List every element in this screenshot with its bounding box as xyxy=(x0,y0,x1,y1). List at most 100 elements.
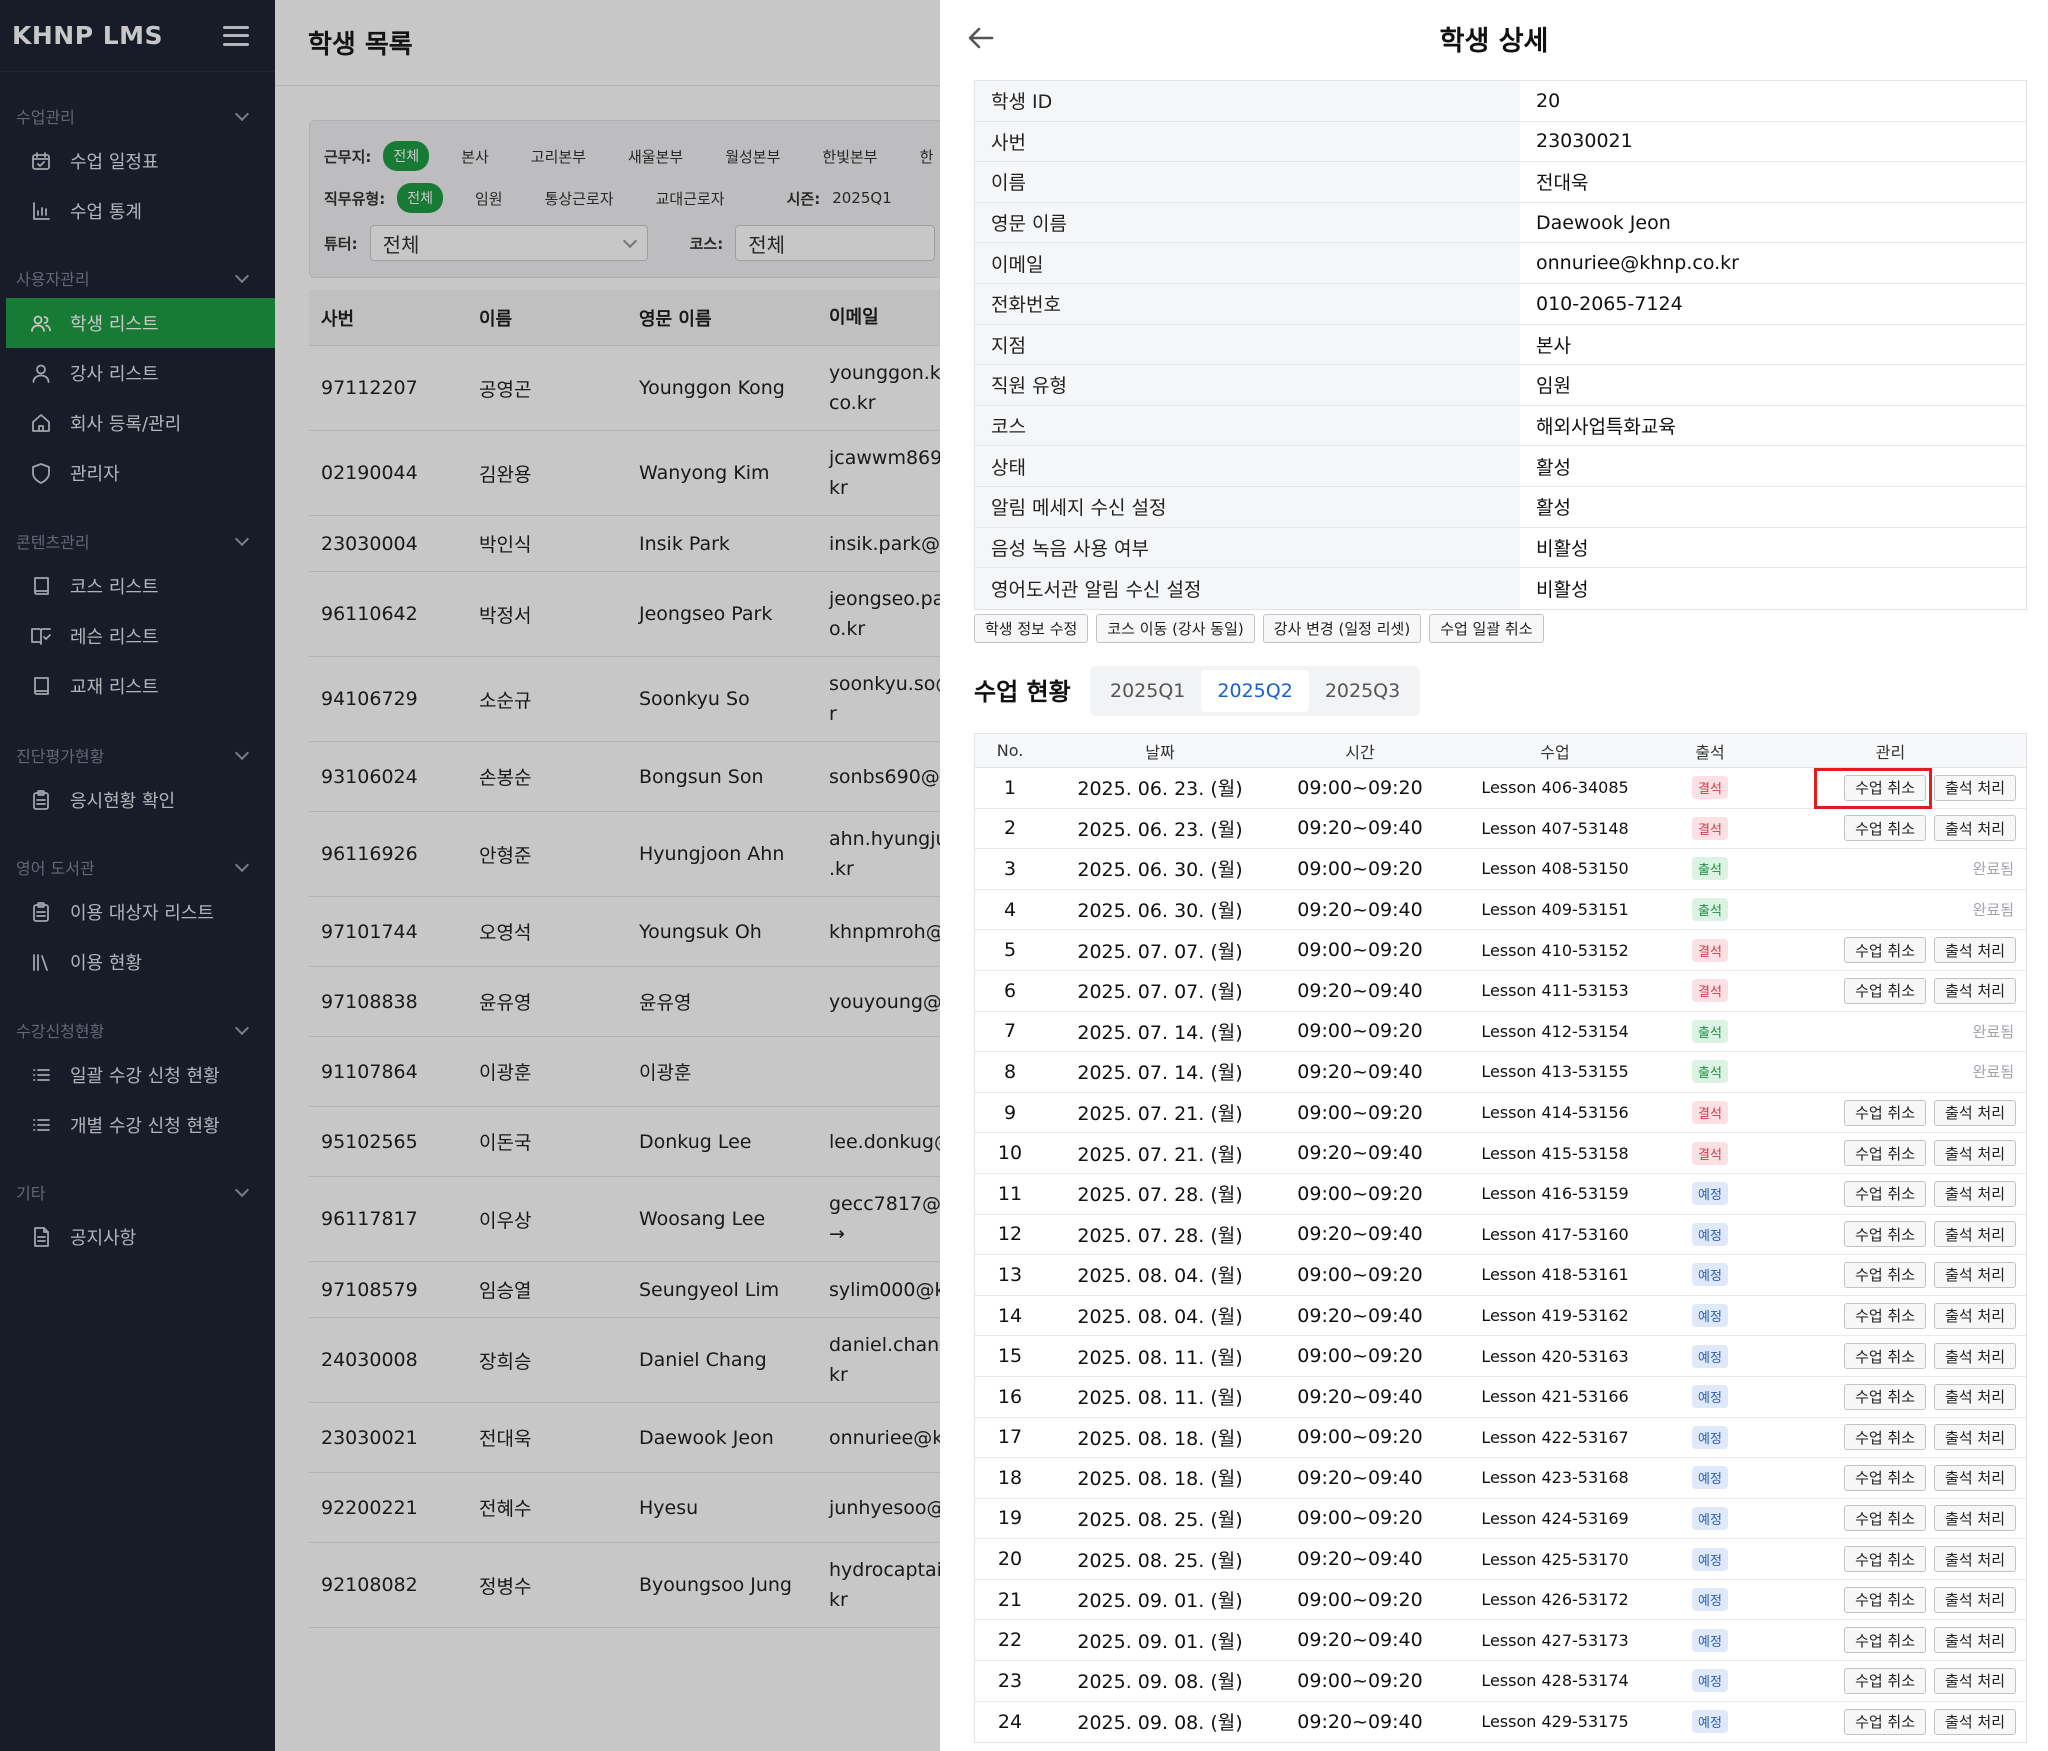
cancel-lesson-button[interactable]: 수업 취소 xyxy=(1844,1383,1927,1410)
cancel-lesson-button[interactable]: 수업 취소 xyxy=(1844,1586,1927,1613)
cancel-lesson-button[interactable]: 수업 취소 xyxy=(1844,1546,1927,1573)
cancel-lesson-button[interactable]: 수업 취소 xyxy=(1844,1464,1927,1491)
mark-attendance-button[interactable]: 출석 처리 xyxy=(1934,1383,2016,1410)
mark-attendance-button[interactable]: 출석 처리 xyxy=(1934,1180,2016,1207)
mark-attendance-button[interactable]: 출석 처리 xyxy=(1934,1261,2016,1288)
cancel-lesson-button[interactable]: 수업 취소 xyxy=(1844,1099,1927,1126)
table-row[interactable]: 92200221 전혜수 Hyesu junhyesoo@ xyxy=(309,1473,940,1543)
sidebar-item[interactable]: 수업 일정표 xyxy=(0,136,275,186)
mark-attendance-button[interactable]: 출석 처리 xyxy=(1934,1586,2016,1613)
table-row[interactable]: 97112207 공영곤 Younggon Kong younggon.kc co.k… xyxy=(309,346,940,431)
table-row[interactable]: 93106024 손봉순 Bongsun Son sonbs690@ xyxy=(309,742,940,812)
mark-attendance-button[interactable]: 출석 처리 xyxy=(1934,1667,2016,1694)
table-row[interactable]: 95102565 이돈국 Donkug Lee lee.donkug@ xyxy=(309,1107,940,1177)
edit-student-button[interactable]: 학생 정보 수정 xyxy=(974,614,1089,643)
mark-attendance-button[interactable]: 출석 처리 xyxy=(1934,1343,2016,1370)
jobtype-option[interactable]: 교대근로자 xyxy=(656,188,725,209)
season-filter-value[interactable]: 2025Q1 xyxy=(832,189,892,207)
sidebar-section-header[interactable]: 콘텐츠관리 xyxy=(0,521,275,561)
sidebar-item[interactable]: 레슨 리스트 xyxy=(0,611,275,661)
sidebar-item[interactable]: 응시현황 확인 xyxy=(0,775,275,825)
cancel-lesson-button[interactable]: 수업 취소 xyxy=(1844,1343,1927,1370)
tab-quarter[interactable]: 2025Q2 xyxy=(1201,670,1309,712)
jobtype-option[interactable]: 임원 xyxy=(475,188,503,209)
mark-attendance-button[interactable]: 출석 처리 xyxy=(1934,1099,2016,1126)
table-row[interactable]: 97101744 오영석 Youngsuk Oh khnpmroh@ xyxy=(309,897,940,967)
jobtype-option[interactable]: 전체 xyxy=(397,183,443,213)
sidebar-section-header[interactable]: 수강신청현황 xyxy=(0,1010,275,1050)
table-row[interactable]: 94106729 소순규 Soonkyu So soonkyu.so@ r xyxy=(309,657,940,742)
workplace-option[interactable]: 전체 xyxy=(383,141,430,171)
mark-attendance-button[interactable]: 출석 처리 xyxy=(1934,815,2016,842)
mark-attendance-button[interactable]: 출석 처리 xyxy=(1934,1140,2016,1167)
sidebar-item[interactable]: 학생 리스트 xyxy=(6,298,275,348)
mark-attendance-button[interactable]: 출석 처리 xyxy=(1934,1302,2016,1329)
mark-attendance-button[interactable]: 출석 처리 xyxy=(1934,1708,2016,1735)
table-row[interactable]: 92108082 정병수 Byoungsoo Jung hydrocaptair kr xyxy=(309,1543,940,1628)
table-row[interactable]: 96110642 박정서 Jeongseo Park jeongseo.pa o.kr xyxy=(309,572,940,657)
table-row[interactable]: 96116926 안형준 Hyungjoon Ahn ahn.hyungju .kr xyxy=(309,812,940,897)
sidebar-section-header[interactable]: 영어 도서관 xyxy=(0,847,275,887)
workplace-option[interactable]: 월성본부 xyxy=(725,146,780,167)
cancel-lesson-button[interactable]: 수업 취소 xyxy=(1844,1708,1927,1735)
cancel-lesson-button[interactable]: 수업 취소 xyxy=(1844,1627,1927,1654)
sidebar-item[interactable]: 관리자 xyxy=(0,448,275,498)
course-select[interactable]: 전체 xyxy=(735,225,936,261)
sidebar-item[interactable]: 수업 통계 xyxy=(0,186,275,236)
workplace-option[interactable]: 고리본부 xyxy=(531,146,586,167)
sidebar-item[interactable]: 코스 리스트 xyxy=(0,561,275,611)
sidebar-item[interactable]: 일괄 수강 신청 현황 xyxy=(0,1050,275,1100)
mark-attendance-button[interactable]: 출석 처리 xyxy=(1934,937,2016,964)
workplace-option[interactable]: 본사 xyxy=(461,146,489,167)
mark-attendance-button[interactable]: 출석 처리 xyxy=(1934,1424,2016,1451)
workplace-option[interactable]: 한 xyxy=(920,146,934,167)
cancel-lesson-button[interactable]: 수업 취소 xyxy=(1844,937,1927,964)
sidebar-section-header[interactable]: 수업관리 xyxy=(0,96,275,136)
table-row[interactable]: 96117817 이우상 Woosang Lee gecc7817@k → xyxy=(309,1177,940,1262)
change-tutor-button[interactable]: 강사 변경 (일정 리셋) xyxy=(1262,614,1422,643)
cancel-lesson-button[interactable]: 수업 취소 xyxy=(1844,1180,1927,1207)
sidebar-section-header[interactable]: 기타 xyxy=(0,1172,275,1212)
tab-quarter[interactable]: 2025Q3 xyxy=(1309,670,1416,712)
jobtype-option[interactable]: 통상근로자 xyxy=(545,188,614,209)
workplace-option[interactable]: 새울본부 xyxy=(628,146,683,167)
cancel-lesson-button[interactable]: 수업 취소 xyxy=(1844,1140,1927,1167)
sidebar-item[interactable]: 이용 대상자 리스트 xyxy=(0,887,275,937)
sidebar-item[interactable]: 교재 리스트 xyxy=(0,661,275,711)
table-row[interactable]: 02190044 김완용 Wanyong Kim jcawwm869 kr xyxy=(309,431,940,516)
cancel-lesson-button[interactable]: 수업 취소 xyxy=(1844,977,1927,1004)
sidebar-item[interactable]: 개별 수강 신청 현황 xyxy=(0,1100,275,1150)
cancel-lesson-button[interactable]: 수업 취소 xyxy=(1844,1261,1927,1288)
sidebar-section-header[interactable]: 진단평가현황 xyxy=(0,735,275,775)
move-course-button[interactable]: 코스 이동 (강사 동일) xyxy=(1096,614,1255,643)
cancel-lesson-button[interactable]: 수업 취소 xyxy=(1844,1302,1927,1329)
mark-attendance-button[interactable]: 출석 처리 xyxy=(1934,977,2016,1004)
mark-attendance-button[interactable]: 출석 처리 xyxy=(1934,1505,2016,1532)
sidebar-item[interactable]: 이용 현황 xyxy=(0,937,275,987)
mark-attendance-button[interactable]: 출석 처리 xyxy=(1934,1546,2016,1573)
cancel-lesson-button[interactable]: 수업 취소 xyxy=(1844,1505,1927,1532)
table-row[interactable]: 97108838 윤유영 윤유영 youyoung@k xyxy=(309,967,940,1037)
tab-quarter[interactable]: 2025Q1 xyxy=(1094,670,1201,712)
table-row[interactable]: 24030008 장희승 Daniel Chang daniel.chang kr xyxy=(309,1318,940,1403)
cancel-lesson-button[interactable]: 수업 취소 xyxy=(1844,1221,1927,1248)
table-row[interactable]: 23030004 박인식 Insik Park insik.park@k xyxy=(309,516,940,572)
cancel-lesson-button[interactable]: 수업 취소 xyxy=(1844,1424,1927,1451)
cancel-lesson-button[interactable]: 수업 취소 xyxy=(1844,815,1927,842)
mark-attendance-button[interactable]: 출석 처리 xyxy=(1934,1221,2016,1248)
tutor-select[interactable]: 전체 xyxy=(369,225,648,261)
sidebar-item[interactable]: 회사 등록/관리 xyxy=(0,398,275,448)
cancel-lesson-button[interactable]: 수업 취소 xyxy=(1844,774,1927,801)
sidebar-item[interactable]: 공지사항 xyxy=(0,1212,275,1262)
sidebar-item[interactable]: 강사 리스트 xyxy=(0,348,275,398)
workplace-option[interactable]: 한빛본부 xyxy=(822,146,877,167)
mark-attendance-button[interactable]: 출석 처리 xyxy=(1934,1627,2016,1654)
table-row[interactable]: 91107864 이광훈 이광훈 xyxy=(309,1037,940,1107)
cancel-all-lessons-button[interactable]: 수업 일괄 취소 xyxy=(1429,614,1544,643)
cancel-lesson-button[interactable]: 수업 취소 xyxy=(1844,1667,1927,1694)
mark-attendance-button[interactable]: 출석 처리 xyxy=(1934,1464,2016,1491)
sidebar-section-header[interactable]: 사용자관리 xyxy=(0,258,275,298)
table-row[interactable]: 23030021 전대욱 Daewook Jeon onnuriee@kl xyxy=(309,1403,940,1473)
hamburger-menu-icon[interactable] xyxy=(223,25,249,46)
mark-attendance-button[interactable]: 출석 처리 xyxy=(1934,774,2016,801)
